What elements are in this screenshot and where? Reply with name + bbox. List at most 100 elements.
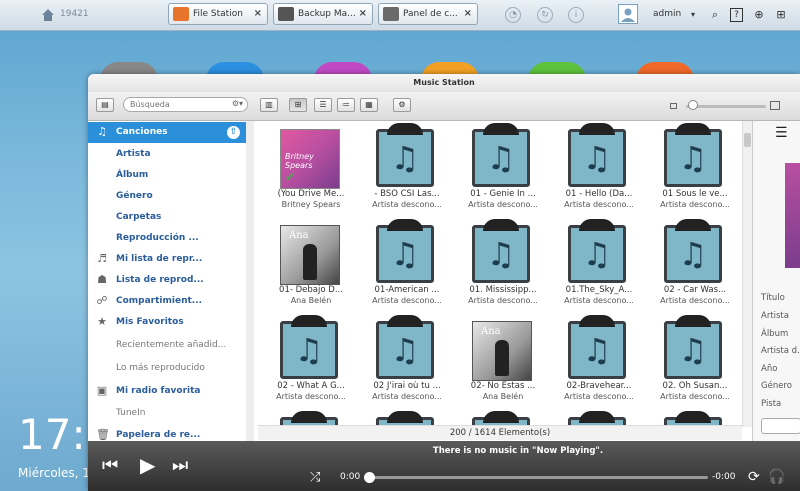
chevron-down-icon[interactable]: ▾ (686, 8, 700, 22)
info-field-year: Año (761, 364, 778, 374)
search-input[interactable] (130, 99, 225, 110)
thumbnail-view-button[interactable]: ⊞ (289, 98, 307, 112)
grid-scrollbar[interactable] (742, 121, 752, 427)
menu-icon[interactable]: ☰ (775, 125, 788, 141)
music-note-icon: ♫ (664, 219, 722, 283)
info-field-genre: Género (761, 381, 792, 391)
info-field-album-artist: Artista d... (761, 346, 800, 356)
song-item[interactable]: Ana 02- No Estas ... Ana Belén (458, 313, 548, 408)
list-view-button[interactable]: ☰ (314, 98, 332, 112)
folder-icon (173, 7, 189, 21)
sidebar-item-reproduccion[interactable]: Reproducción ... (88, 228, 246, 249)
tab-label: Backup Ma... (298, 9, 356, 19)
repeat-icon[interactable]: ⟳ (748, 469, 760, 485)
sidebar-item-canciones[interactable]: ♫ Canciones ⇧ (88, 122, 246, 143)
sidebar-item-artista[interactable]: Artista (88, 144, 246, 165)
cover-flow-view-button[interactable]: ▥ (260, 98, 278, 112)
song-artist: Artista descono... (372, 296, 442, 305)
scrollbar-thumb[interactable] (744, 133, 751, 147)
sidebar-item-recientes[interactable]: Recientemente añadid... (88, 335, 246, 356)
now-playing-text: There is no music in "Now Playing". (432, 446, 604, 456)
zoom-in-icon[interactable] (770, 101, 780, 110)
sidebar-item-genero[interactable]: Género (88, 186, 246, 207)
timeline-view-button[interactable]: ▦ (360, 98, 378, 112)
song-item[interactable]: Ana 01- Debajo D... Ana Belén (266, 217, 356, 312)
song-item[interactable]: ♫ 01. Mississipp... Artista descono... (458, 217, 548, 312)
grid-menu-icon[interactable]: ⊞ (774, 8, 788, 22)
song-item[interactable]: ♫ 02 J'irai où tu ... Artista descono... (362, 313, 452, 408)
sidebar-item-compartimiento[interactable]: ☍ Compartimient... (88, 291, 246, 312)
headphones-icon[interactable]: 🎧 (768, 469, 785, 485)
sidebar-item-radio[interactable]: ▣ Mi radio favorita (88, 381, 246, 402)
globe-icon[interactable]: ⊕ (752, 8, 766, 22)
song-title: (You Drive Me... (277, 189, 345, 199)
taskbar: 19421 File Station × Backup Ma... × Pane… (0, 0, 800, 31)
tab-label: Panel de c... (403, 9, 458, 19)
sidebar-item-mas-reproducido[interactable]: Lo más reproducido (88, 358, 246, 379)
trash-icon: 🗑 (96, 428, 110, 441)
song-artist: Artista descono... (660, 200, 730, 209)
control-panel-icon (383, 7, 399, 21)
zoom-slider-handle[interactable] (688, 100, 698, 110)
close-icon[interactable]: × (359, 8, 367, 19)
song-artist: Artista descono... (468, 200, 538, 209)
seek-bar[interactable] (368, 476, 708, 479)
sidebar-item-favoritos[interactable]: ★ Mis Favoritos (88, 312, 246, 333)
close-icon[interactable]: × (254, 8, 262, 19)
shuffle-icon[interactable]: ⤮ (310, 470, 320, 485)
sidebar-scrollbar[interactable] (246, 121, 254, 441)
tab-control-panel[interactable]: Panel de c... × (378, 3, 478, 25)
song-item[interactable]: ♫ 02 - Car Was... Artista descono... (650, 217, 740, 312)
song-title: 01.The_Sky_A... (565, 285, 633, 295)
next-track-icon[interactable]: ⏭ (172, 455, 188, 476)
info-icon[interactable]: i (568, 7, 584, 23)
previous-track-icon[interactable]: ⏮ (102, 455, 118, 476)
search-options-icon[interactable]: ⚙▾ (232, 99, 243, 108)
close-icon[interactable]: × (464, 8, 472, 19)
avatar[interactable] (618, 4, 638, 24)
detail-view-button[interactable]: ≔ (337, 98, 355, 112)
sidebar-item-album[interactable]: Álbum (88, 165, 246, 186)
search-icon[interactable]: ⌕ (708, 8, 722, 22)
speed-icon[interactable]: ◔ (505, 7, 521, 23)
info-panel: ☰ Título Artista Álbum Artista d... Año … (752, 121, 800, 441)
song-item[interactable]: Britney Spears ✔ (You Drive Me... Britney S… (266, 121, 356, 216)
sidebar-toggle-button[interactable]: ▤ (96, 98, 114, 112)
song-item[interactable]: ♫ 01 Sous le ve... Artista descono... (650, 121, 740, 216)
music-station-window: Music Station ▤ ⚙▾ ▥ ⊞ ☰ ≔ ▦ ⚙ ♫ Cancion… (88, 74, 800, 491)
zoom-slider[interactable] (686, 105, 766, 108)
tab-backup-manager[interactable]: Backup Ma... × (273, 3, 373, 25)
play-icon[interactable]: ▶ (140, 453, 155, 477)
song-item[interactable]: ♫ - BSO CSI Las... Artista descono... (362, 121, 452, 216)
song-item[interactable]: ♫ 01 - Genie In ... Artista descono... (458, 121, 548, 216)
song-artist: Artista descono... (660, 392, 730, 401)
song-item[interactable]: ♫ 01 - Hello (Da... Artista descono... (554, 121, 644, 216)
song-item[interactable]: ♫ 02. Oh Susan... Artista descono... (650, 313, 740, 408)
sidebar-item-carpetas[interactable]: Carpetas (88, 207, 246, 228)
sidebar-item-mi-lista[interactable]: ♬ Mi lista de repr... (88, 249, 246, 270)
refresh-icon[interactable]: ↻ (537, 7, 553, 23)
song-item[interactable]: ♫ 01-American ... Artista descono... (362, 217, 452, 312)
song-item[interactable]: ♫ 01.The_Sky_A... Artista descono... (554, 217, 644, 312)
info-edit-button[interactable] (761, 418, 800, 434)
song-item[interactable]: ♫ 02 - What A G... Artista descono... (266, 313, 356, 408)
seek-handle[interactable] (364, 472, 375, 483)
search-box[interactable]: ⚙▾ (123, 97, 248, 112)
upload-icon[interactable]: ⇧ (227, 126, 240, 139)
song-title: 02 J'irai où tu ... (373, 381, 441, 391)
help-icon[interactable]: ? (730, 8, 743, 22)
music-note-icon: ♫ (376, 315, 434, 379)
home-icon[interactable] (40, 7, 56, 23)
sidebar-item-label: Reproducción ... (116, 233, 199, 243)
sidebar-item-label: Mi lista de repr... (116, 254, 203, 264)
sidebar-item-lista-reprod[interactable]: ☗ Lista de reprod... (88, 270, 246, 291)
song-item[interactable]: ♫ 02-Bravehear... Artista descono... (554, 313, 644, 408)
tab-file-station[interactable]: File Station × (168, 3, 268, 25)
music-note-icon: ♫ (664, 123, 722, 187)
user-menu[interactable]: admin (653, 9, 681, 19)
sidebar-item-tunein[interactable]: TuneIn (88, 403, 246, 424)
info-field-artist: Artista (761, 311, 789, 321)
zoom-out-icon[interactable] (670, 103, 677, 109)
sidebar-item-label: Recientemente añadid... (116, 340, 227, 350)
player-settings-button[interactable]: ⚙ (393, 98, 411, 112)
